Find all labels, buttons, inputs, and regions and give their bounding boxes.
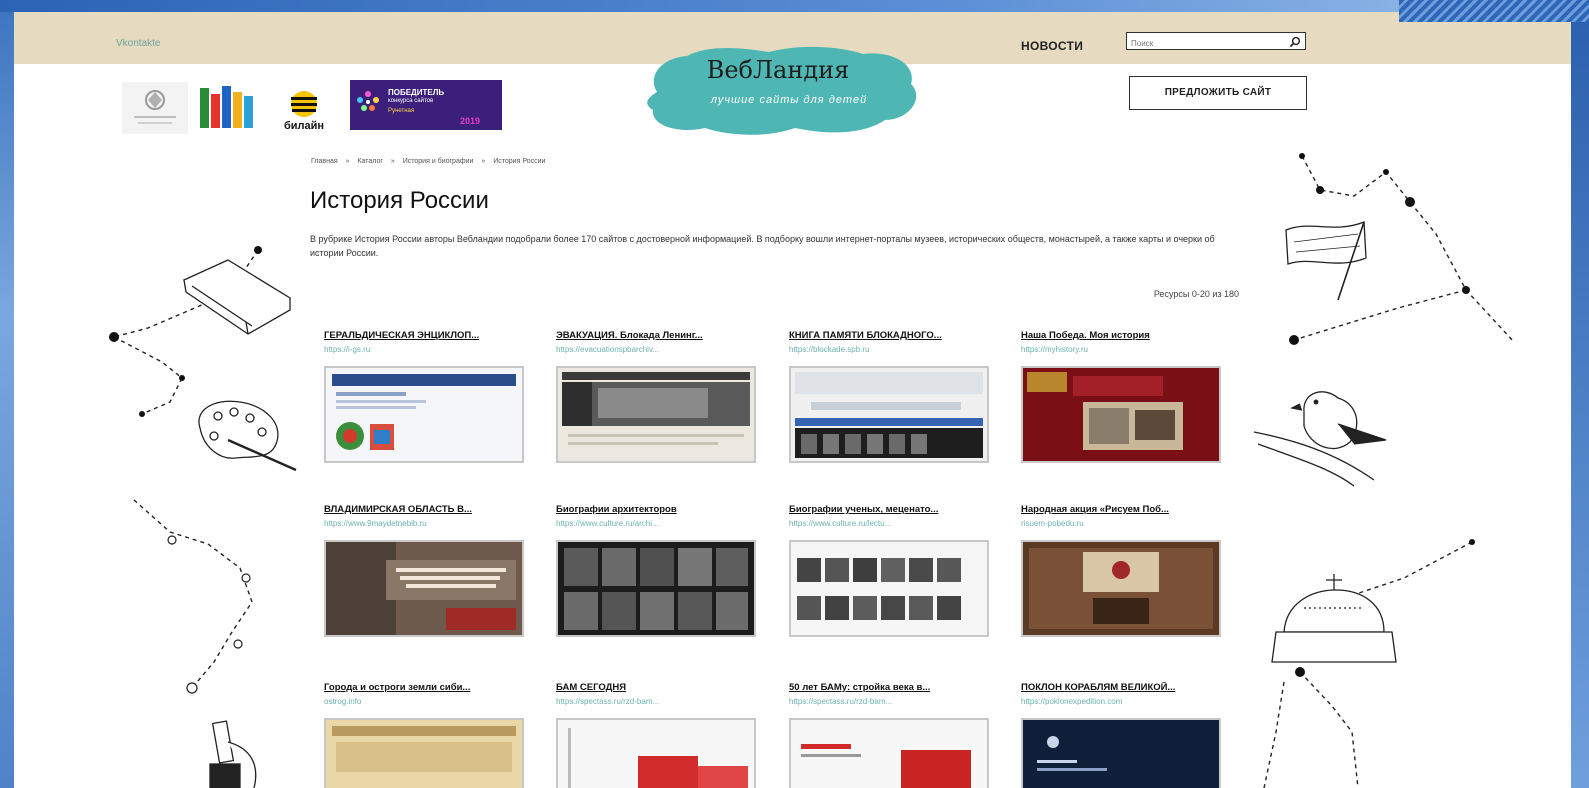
breadcrumb: Главная » Каталог » История и биографии … [311,158,551,165]
card-thumbnail[interactable] [1021,366,1221,463]
site-card[interactable]: ГЕРАЛЬДИЧЕСКАЯ ЭНЦИКЛОП... https://i-gs.… [324,330,529,463]
site-card[interactable]: ЭВАКУАЦИЯ. Блокада Ленинг... https://eva… [556,330,761,463]
breadcrumb-current: История России [493,158,546,165]
card-url[interactable]: https://www.9maydetnebib.ru [324,519,529,528]
card-title[interactable]: БАМ СЕГОДНЯ [556,682,761,693]
ministry-logo[interactable] [122,82,188,134]
search-box[interactable] [1126,32,1306,53]
site-card[interactable]: Города и остроги земли сиби... ostrog.in… [324,682,529,788]
news-link[interactable]: НОВОСТИ [1021,39,1083,53]
site-card[interactable]: Биографии ученых, меценато... https://ww… [789,504,994,637]
site-card[interactable]: БАМ СЕГОДНЯ https://spectass.ru/rzd-bam.… [556,682,761,788]
card-url[interactable]: https://i-gs.ru [324,345,529,354]
award-line: конкурса сайтов [388,98,434,104]
card-thumbnail[interactable] [1021,718,1221,788]
card-thumbnail[interactable] [556,366,756,463]
logo-title[interactable]: ВебЛандия [678,56,878,84]
window-frame-left [0,0,14,788]
site-card[interactable]: 50 лет БАМу: стройка века в... https://s… [789,682,994,788]
card-thumbnail[interactable] [789,366,989,463]
card-url[interactable]: risuem-pobedu.ru [1021,519,1226,528]
web-page: Vkontakte НОВОСТИ ВебЛандия лучшие сайты… [14,12,1571,788]
site-card[interactable]: ПОКЛОН КОРАБЛЯМ ВЕЛИКОЙ... https://poklo… [1021,682,1226,788]
card-url[interactable]: https://blockade.spb.ru [789,345,994,354]
card-title[interactable]: ЭВАКУАЦИЯ. Блокада Ленинг... [556,330,761,341]
card-url[interactable]: https://www.culture.ru/archi... [556,519,761,528]
card-title[interactable]: ВЛАДИМИРСКАЯ ОБЛАСТЬ В... [324,504,529,515]
card-url[interactable]: https://spectass.ru/rzd-bam... [556,697,761,706]
search-input[interactable] [1127,35,1275,52]
card-title[interactable]: Народная акция «Рисуем Поб... [1021,504,1226,515]
logo-blob[interactable] [639,40,929,140]
card-title[interactable]: 50 лет БАМу: стройка века в... [789,682,994,693]
card-thumbnail[interactable] [556,718,756,788]
resources-count: Ресурсы 0-20 из 180 [1153,289,1239,299]
breadcrumb-home[interactable]: Главная [311,158,338,165]
card-thumbnail[interactable] [556,540,756,637]
card-title[interactable]: ПОКЛОН КОРАБЛЯМ ВЕЛИКОЙ... [1021,682,1226,693]
award-title: ПОБЕДИТЕЛЬ [388,88,445,97]
breadcrumb-separator: » [390,158,395,165]
card-thumbnail[interactable] [1021,540,1221,637]
card-url[interactable]: ostrog.info [324,697,529,706]
site-card[interactable]: Биографии архитекторов https://www.cultu… [556,504,761,637]
card-title[interactable]: КНИГА ПАМЯТИ БЛОКАДНОГО... [789,330,994,341]
site-card[interactable]: ВЛАДИМИРСКАЯ ОБЛАСТЬ В... https://www.9m… [324,504,529,637]
logo-subtitle: лучшие сайты для детей [710,94,868,106]
card-url[interactable]: https://spectass.ru/rzd-bam... [789,697,994,706]
window-frame-corner [1399,0,1589,22]
intro-text: В рубрике История России авторы Вебланди… [310,234,1215,258]
card-title[interactable]: Наша Победа. Моя история [1021,330,1226,341]
beeline-logo[interactable]: билайн [272,88,336,136]
beeline-label: билайн [283,120,325,132]
award-year: 2019 [460,116,481,126]
suggest-site-button[interactable]: ПРЕДЛОЖИТЬ САЙТ [1129,76,1307,110]
card-url[interactable]: https://myhistory.ru [1021,345,1226,354]
search-icon[interactable] [1289,35,1301,53]
breadcrumb-separator: » [481,158,486,165]
rgdb-logo[interactable] [198,84,256,132]
card-thumbnail[interactable] [789,718,989,788]
card-title[interactable]: ГЕРАЛЬДИЧЕСКАЯ ЭНЦИКЛОП... [324,330,529,341]
site-card[interactable]: КНИГА ПАМЯТИ БЛОКАДНОГО... https://block… [789,330,994,463]
social-link[interactable]: Vkontakte [116,38,160,49]
site-card[interactable]: Наша Победа. Моя история https://myhisto… [1021,330,1226,463]
breadcrumb-separator: » [345,158,350,165]
page-title: История России [310,187,489,214]
card-url[interactable]: https://evacuationspbarchiv... [556,345,761,354]
window-frame-right [1571,0,1589,788]
breadcrumb-catalog[interactable]: Каталог [357,158,382,165]
card-thumbnail[interactable] [324,540,524,637]
breadcrumb-history[interactable]: История и биографии [403,158,474,165]
award-banner[interactable]: ПОБЕДИТЕЛЬ конкурса сайтов Рунетная 2019 [350,80,502,130]
site-card[interactable]: Народная акция «Рисуем Поб... risuem-pob… [1021,504,1226,637]
award-line: Рунетная [388,108,415,114]
card-title[interactable]: Биографии ученых, меценато... [789,504,994,515]
card-url[interactable]: https://www.culture.ru/lectu... [789,519,994,528]
card-title[interactable]: Города и остроги земли сиби... [324,682,529,693]
card-title[interactable]: Биографии архитекторов [556,504,761,515]
window-frame-top [0,0,1589,12]
card-thumbnail[interactable] [324,718,524,788]
card-thumbnail[interactable] [324,366,524,463]
card-url[interactable]: https://poklonexpedition.com [1021,697,1226,706]
card-thumbnail[interactable] [789,540,989,637]
